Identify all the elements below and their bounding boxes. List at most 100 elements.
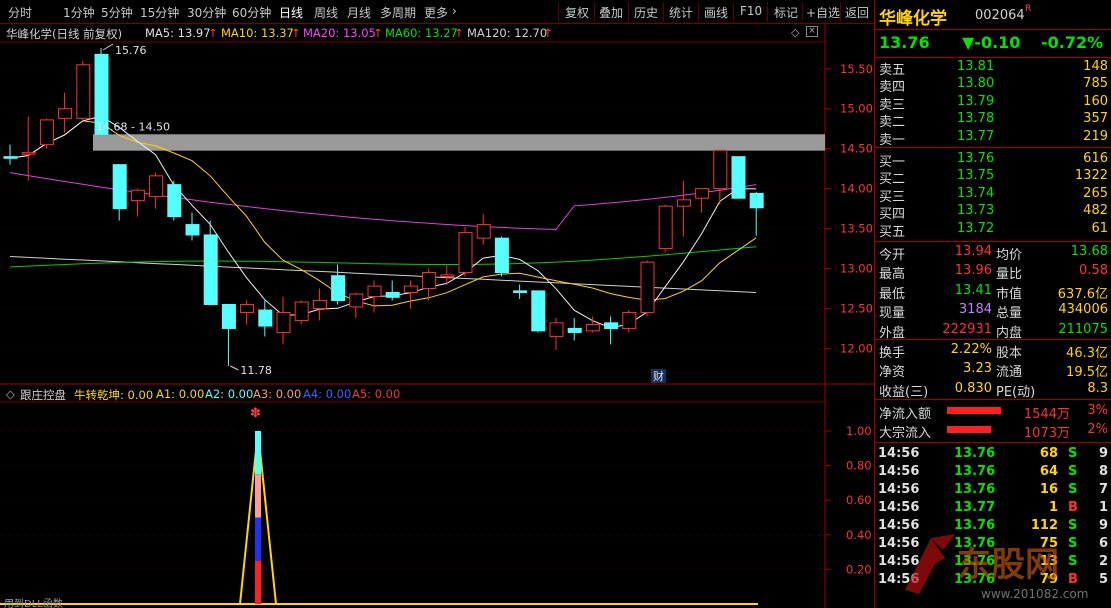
candle-body [39,119,54,146]
quote-label: 最低 [879,286,906,302]
ask-label: 卖二 [879,115,906,131]
candle-body [294,301,309,321]
tick-count: 1 [1098,500,1108,515]
quote-label: 流通 [996,365,1023,381]
tick-row: 14:56 13.76 68 S 9 [875,446,1111,463]
quote-row: 外盘 222931 内盘 211075 [875,322,1111,341]
candle-body [567,327,582,333]
quote-label: PE(动) [996,384,1036,400]
svg-text:www.201082.com: www.201082.com [981,587,1088,601]
quote-row: 最低 13.41 市值 637.6亿 [875,282,1111,302]
candle-body [167,184,182,218]
flow-bar [947,407,1001,414]
indicator-tick-label: 0.20 [846,562,872,576]
flow-pct: 2% [1087,421,1108,437]
ask-label: 卖一 [879,132,906,148]
ask-volume: 219 [1083,128,1108,144]
bid-row[interactable]: 买三 13.74 265 [875,185,1111,205]
flow-bar [947,425,991,433]
tick-count: 9 [1098,446,1108,461]
resistance-zone [93,134,825,151]
ask-row[interactable]: 卖二 13.78 357 [875,111,1111,131]
candle-body [3,156,18,159]
quote-label: 股本 [996,346,1023,361]
quote-value: 2.22% [950,342,992,357]
quote-value: 13.96 [954,263,992,279]
quote-label: 市值 [996,286,1023,302]
indicator-name: 跟庄控盘 [20,388,66,402]
divider [875,29,1111,30]
candle-body [331,275,346,301]
tick-count: 8 [1098,464,1108,479]
candle-body [440,274,455,278]
candle-body [604,322,619,329]
price-tick-label: 12.50 [840,301,873,315]
low-label: 11.78 [240,364,272,377]
rzrq-flag: R [1025,4,1032,14]
quote-value: 3.23 [963,361,992,377]
flow-value: 1544万 [1023,407,1070,422]
flow-pct: 3% [1087,403,1108,418]
ask-row[interactable]: 卖四 13.80 785 [875,76,1111,95]
stock-name: 华峰化学 [879,9,947,29]
ask-price: 13.80 [957,76,995,92]
candle-body [349,293,364,308]
price-change: ▼-0.10 [962,33,1021,52]
bid-label: 买三 [879,189,906,205]
quote-value: 13.41 [954,282,992,298]
indicator-bar-a3 [255,474,261,518]
bid-price: 13.74 [957,185,995,201]
tick-time: 14:56 [878,464,920,479]
bid-price: 13.75 [957,168,995,184]
tick-time: 14:56 [878,446,920,461]
indicator-a3-label: A3: 0.00 [253,387,302,401]
bid-label: 买二 [879,172,906,188]
candle-body [21,152,36,155]
quote-label: 最高 [879,267,906,283]
candle-body [403,285,418,293]
bid-row[interactable]: 买二 13.75 1322 [875,168,1111,188]
tick-count: 7 [1098,482,1108,497]
collapse-icon[interactable]: ◇ [6,387,15,401]
kline-chart[interactable]: 15.50 15.00 14.50 14.00 13.50 13.00 12.50 12.00… [0,0,874,608]
quote-value: 0.58 [1079,263,1108,279]
candle-body [640,261,655,313]
tick-side: S [1068,464,1078,479]
bid-volume: 1322 [1074,168,1108,184]
last-price: 13.76 [879,33,930,52]
bid-row[interactable]: 买一 13.76 616 [875,151,1111,170]
annotation-pointer [230,365,239,371]
quote-value: 8.3 [1087,380,1108,396]
ask-row[interactable]: 卖三 13.79 160 [875,94,1111,113]
candle-body [240,303,255,313]
price-tick-label: 13.00 [840,262,873,276]
quote-value: 0.830 [954,380,992,396]
price-tick-label: 15.50 [840,62,873,76]
candle-body [221,303,236,329]
watermark-logo: 东股网 www.201082.com [905,534,1088,601]
dll-note: 用到DLL函数 [4,599,63,608]
bid-row[interactable]: 买四 13.73 482 [875,203,1111,222]
quote-row: 现量 3184 总量 434006 [875,302,1111,321]
indicator-a2-label: A2: 0.00 [205,387,254,401]
divider [875,241,1111,242]
quote-label: 换手 [879,346,906,361]
quote-label: 净资 [879,365,906,381]
butterfly-icon: ✽ [250,406,261,421]
quote-label: 收益(三) [879,384,929,400]
ask-row[interactable]: 卖五 13.81 148 [875,59,1111,78]
candle-body [585,323,600,332]
bid-label: 买一 [879,155,906,170]
bid-row[interactable]: 买五 13.72 61 [875,220,1111,240]
bid-volume: 61 [1091,220,1108,236]
quote-label: 今开 [879,248,906,263]
candle-body [258,309,273,327]
quote-label: 均价 [996,248,1023,263]
candle-body [476,224,491,239]
ask-row[interactable]: 卖一 13.77 219 [875,128,1111,148]
candle-body [367,285,382,297]
quote-label: 量比 [996,267,1023,283]
price-tick-label: 14.50 [840,142,873,156]
quote-value: 19.5亿 [1066,365,1108,381]
svg-text:东股网: 东股网 [957,545,1059,585]
